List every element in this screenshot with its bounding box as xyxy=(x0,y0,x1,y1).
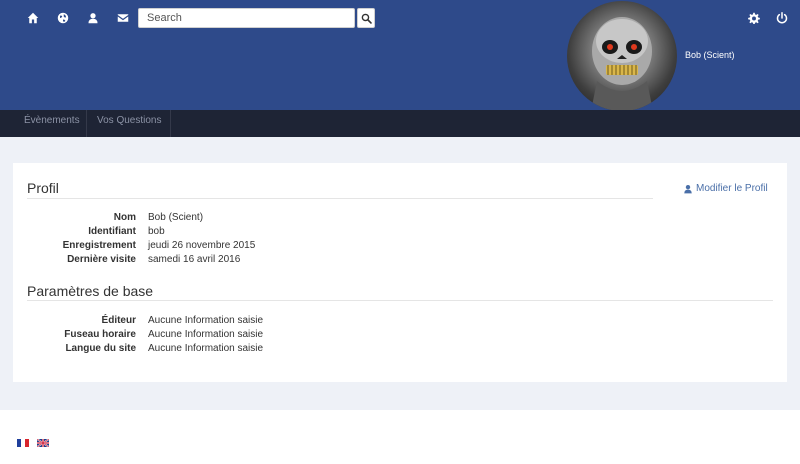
field-value: Aucune Information saisie xyxy=(148,329,264,340)
field-label: Éditeur xyxy=(101,315,136,326)
user-icon[interactable] xyxy=(78,9,108,27)
field-label: Dernière visite xyxy=(67,254,136,265)
profile-field-row: Identifiant bob xyxy=(0,226,800,240)
french-flag-icon[interactable] xyxy=(17,439,29,447)
mail-icon[interactable] xyxy=(108,9,138,27)
search-input[interactable] xyxy=(138,8,355,28)
field-value: jeudi 26 novembre 2015 xyxy=(148,240,256,251)
main-navbar: Évènements Vos Questions xyxy=(0,110,800,137)
username[interactable]: Bob (Scient) xyxy=(685,50,735,60)
globe-icon[interactable] xyxy=(48,9,78,27)
uk-flag-icon[interactable] xyxy=(37,439,49,447)
field-label: Enregistrement xyxy=(62,240,136,251)
profile-field-row: Nom Bob (Scient) xyxy=(0,212,800,226)
field-value: bob xyxy=(148,226,165,237)
field-value: Bob (Scient) xyxy=(148,212,204,223)
profile-field-row: Enregistrement jeudi 26 novembre 2015 xyxy=(0,240,800,254)
field-value: Aucune Information saisie xyxy=(148,315,264,326)
search-button[interactable] xyxy=(357,8,375,28)
edit-profile-label: Modifier le Profil xyxy=(696,183,768,194)
home-icon[interactable] xyxy=(18,9,48,27)
gear-icon[interactable] xyxy=(740,9,768,27)
top-left-icons xyxy=(18,9,138,27)
top-right-icons xyxy=(740,9,796,27)
basic-field-row: Langue du site Aucune Information saisie xyxy=(0,343,800,357)
profile-field-row: Dernière visite samedi 16 avril 2016 xyxy=(0,254,800,268)
field-label: Nom xyxy=(113,212,136,223)
profile-section-title: Profil xyxy=(27,180,59,196)
basic-field-row: Éditeur Aucune Information saisie xyxy=(0,315,800,329)
nav-item-vos-questions[interactable]: Vos Questions xyxy=(87,110,171,137)
field-label: Fuseau horaire xyxy=(64,329,136,340)
basic-settings-divider xyxy=(27,300,773,301)
nav-item-evenements[interactable]: Évènements xyxy=(0,110,87,137)
basic-settings-title: Paramètres de base xyxy=(27,283,154,299)
field-label: Identifiant xyxy=(88,226,136,237)
user-icon xyxy=(684,184,692,193)
field-value: Aucune Information saisie xyxy=(148,343,264,354)
search-icon xyxy=(361,13,372,24)
avatar[interactable] xyxy=(567,1,677,111)
power-icon[interactable] xyxy=(768,9,796,27)
edit-profile-link[interactable]: Modifier le Profil xyxy=(683,183,768,194)
language-flags xyxy=(17,439,49,447)
field-label: Langue du site xyxy=(65,343,136,354)
basic-field-row: Fuseau horaire Aucune Information saisie xyxy=(0,329,800,343)
field-value: samedi 16 avril 2016 xyxy=(148,254,241,265)
profile-section-divider xyxy=(27,198,653,199)
